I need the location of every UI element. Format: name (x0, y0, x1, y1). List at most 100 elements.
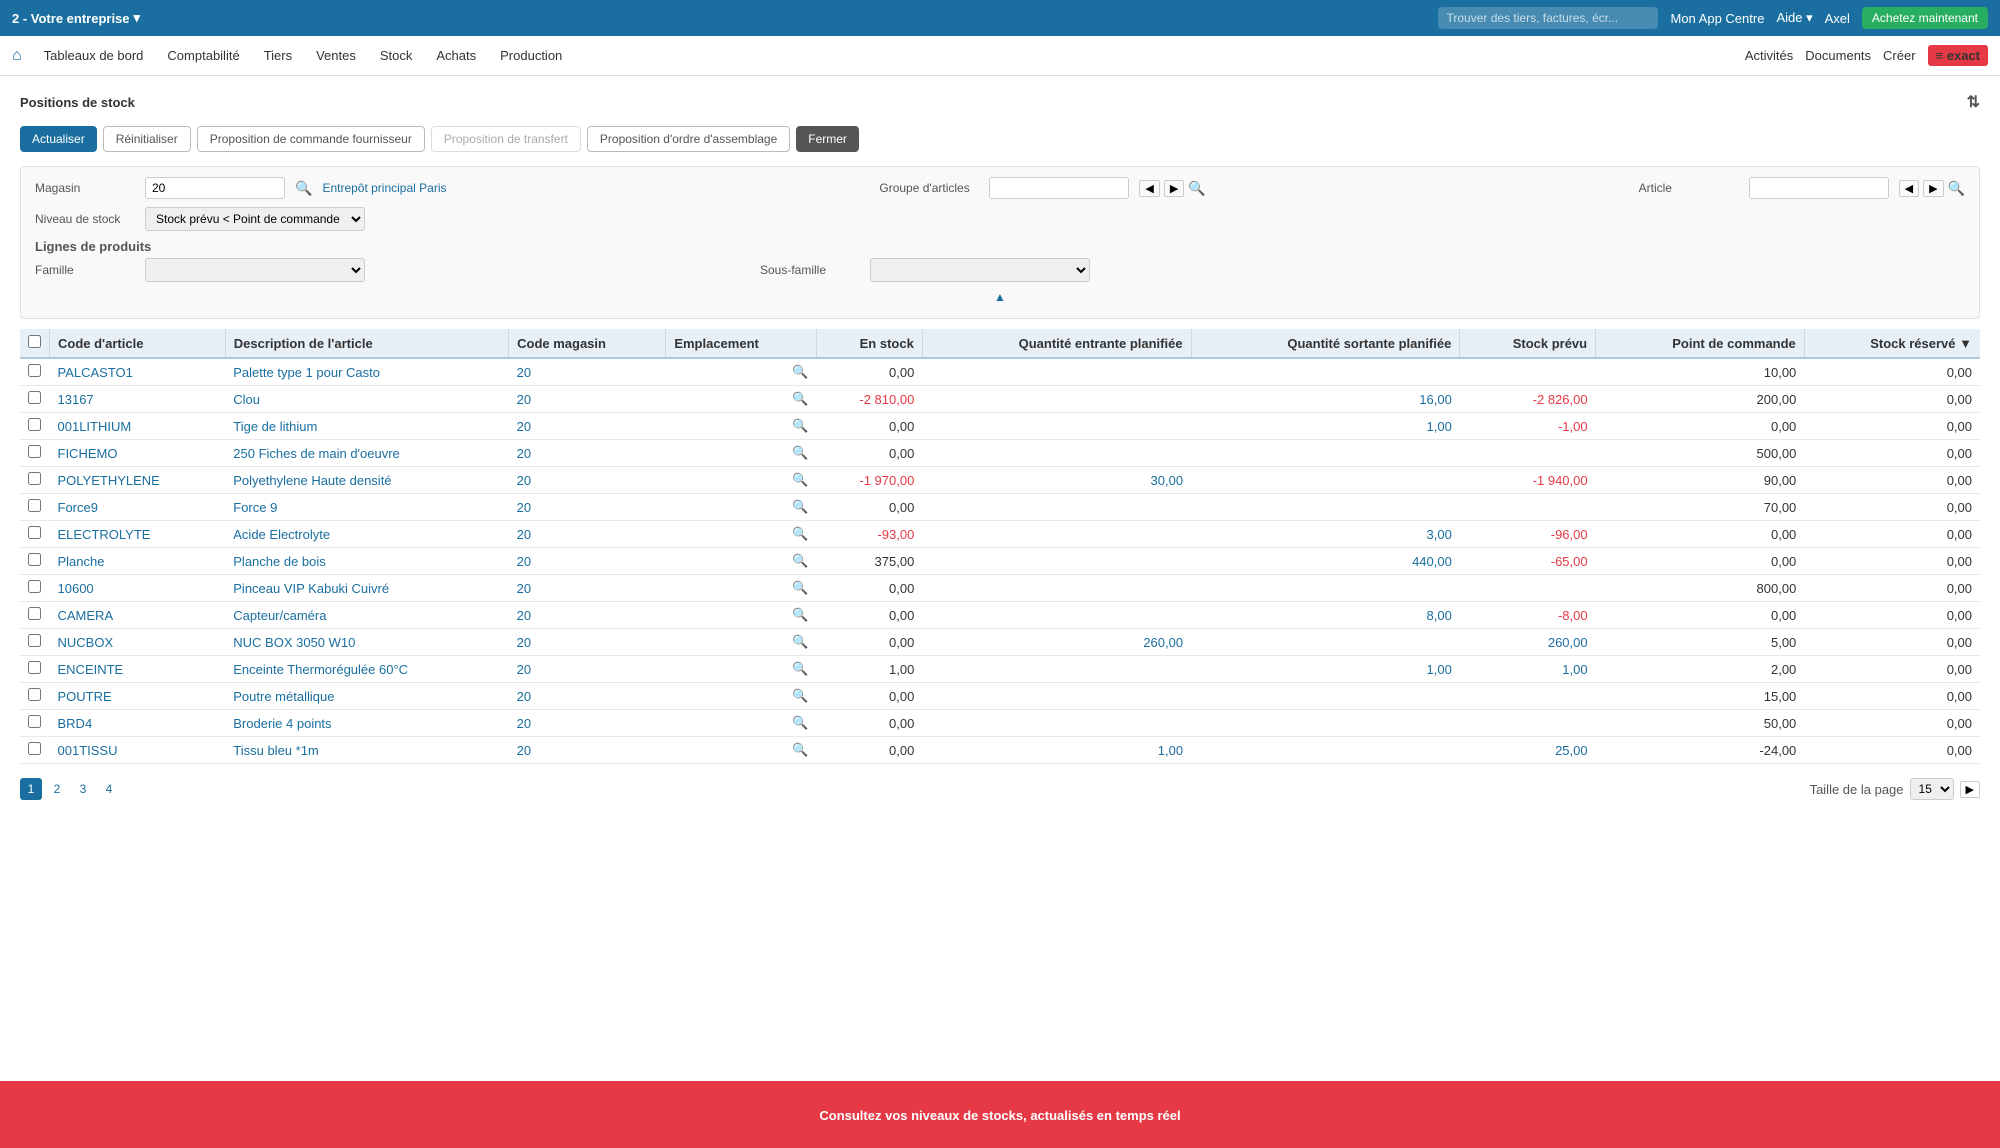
row-magasin[interactable]: 20 (509, 467, 666, 494)
row-description[interactable]: Enceinte Thermorégulée 60°C (225, 656, 508, 683)
location-icon[interactable]: 🔍 (792, 553, 808, 568)
row-checkbox[interactable] (28, 634, 41, 647)
cta-button[interactable]: Achetez maintenant (1862, 7, 1988, 29)
row-magasin[interactable]: 20 (509, 521, 666, 548)
col-qte-sortante[interactable]: Quantité sortante planifiée (1191, 329, 1460, 358)
col-magasin[interactable]: Code magasin (509, 329, 666, 358)
row-description[interactable]: Acide Electrolyte (225, 521, 508, 548)
nav-item-production[interactable]: Production (490, 42, 572, 69)
row-emplacement[interactable]: 🔍 (666, 358, 817, 386)
nav-item-tiers[interactable]: Tiers (254, 42, 302, 69)
row-magasin[interactable]: 20 (509, 710, 666, 737)
row-magasin[interactable]: 20 (509, 602, 666, 629)
select-all-checkbox[interactable] (28, 335, 41, 348)
col-emplacement[interactable]: Emplacement (666, 329, 817, 358)
row-description[interactable]: Broderie 4 points (225, 710, 508, 737)
row-checkbox[interactable] (28, 364, 41, 377)
location-icon[interactable]: 🔍 (792, 607, 808, 622)
row-emplacement[interactable]: 🔍 (666, 440, 817, 467)
row-description[interactable]: Force 9 (225, 494, 508, 521)
location-icon[interactable]: 🔍 (792, 634, 808, 649)
page-num-4[interactable]: 4 (98, 778, 120, 800)
row-emplacement[interactable]: 🔍 (666, 575, 817, 602)
row-code[interactable]: ELECTROLYTE (50, 521, 226, 548)
location-icon[interactable]: 🔍 (792, 715, 808, 730)
fermer-button[interactable]: Fermer (796, 126, 859, 152)
row-code[interactable]: PALCASTO1 (50, 358, 226, 386)
row-magasin[interactable]: 20 (509, 683, 666, 710)
row-checkbox[interactable] (28, 472, 41, 485)
location-icon[interactable]: 🔍 (792, 742, 808, 757)
row-emplacement[interactable]: 🔍 (666, 521, 817, 548)
col-code[interactable]: Code d'article (50, 329, 226, 358)
col-stock-reserve[interactable]: Stock réservé ▼ (1804, 329, 1980, 358)
niveau-select[interactable]: Stock prévu < Point de commande (145, 207, 365, 231)
row-emplacement[interactable]: 🔍 (666, 737, 817, 764)
row-emplacement[interactable]: 🔍 (666, 656, 817, 683)
global-search[interactable] (1438, 7, 1658, 29)
row-code[interactable]: BRD4 (50, 710, 226, 737)
collapse-arrow[interactable]: ▲ (35, 290, 1965, 304)
row-emplacement[interactable]: 🔍 (666, 494, 817, 521)
filter-toggle-icon[interactable]: ⇅ (1967, 92, 1980, 112)
row-magasin[interactable]: 20 (509, 494, 666, 521)
row-magasin[interactable]: 20 (509, 629, 666, 656)
row-code[interactable]: CAMERA (50, 602, 226, 629)
famille-select[interactable] (145, 258, 365, 282)
sous-famille-select[interactable] (870, 258, 1090, 282)
home-link[interactable]: ⌂ (12, 47, 22, 65)
location-icon[interactable]: 🔍 (792, 364, 808, 379)
row-emplacement[interactable]: 🔍 (666, 386, 817, 413)
nav-item-ventes[interactable]: Ventes (306, 42, 366, 69)
aide-link[interactable]: Aide ▾ (1776, 10, 1812, 26)
row-emplacement[interactable]: 🔍 (666, 413, 817, 440)
location-icon[interactable]: 🔍 (792, 688, 808, 703)
row-description[interactable]: NUC BOX 3050 W10 (225, 629, 508, 656)
location-icon[interactable]: 🔍 (792, 661, 808, 676)
row-checkbox[interactable] (28, 580, 41, 593)
page-num-2[interactable]: 2 (46, 778, 68, 800)
row-checkbox[interactable] (28, 553, 41, 566)
row-description[interactable]: Planche de bois (225, 548, 508, 575)
nav-documents[interactable]: Documents (1805, 48, 1871, 63)
row-checkbox[interactable] (28, 715, 41, 728)
row-description[interactable]: 250 Fiches de main d'oeuvre (225, 440, 508, 467)
mon-app-centre-link[interactable]: Mon App Centre (1670, 11, 1764, 26)
row-code[interactable]: 001LITHIUM (50, 413, 226, 440)
reinitialiser-button[interactable]: Réinitialiser (103, 126, 191, 152)
col-stock-prevu[interactable]: Stock prévu (1460, 329, 1596, 358)
row-emplacement[interactable]: 🔍 (666, 602, 817, 629)
row-code[interactable]: ENCEINTE (50, 656, 226, 683)
row-description[interactable]: Pinceau VIP Kabuki Cuivré (225, 575, 508, 602)
row-description[interactable]: Poutre métallique (225, 683, 508, 710)
actualiser-button[interactable]: Actualiser (20, 126, 97, 152)
groupe-search-icon[interactable]: 🔍 (1188, 180, 1205, 197)
row-magasin[interactable]: 20 (509, 440, 666, 467)
row-description[interactable]: Tissu bleu *1m (225, 737, 508, 764)
article-search-icon[interactable]: 🔍 (1948, 180, 1965, 197)
row-checkbox[interactable] (28, 418, 41, 431)
row-code[interactable]: FICHEMO (50, 440, 226, 467)
row-checkbox[interactable] (28, 499, 41, 512)
row-checkbox[interactable] (28, 688, 41, 701)
nav-item-comptabilite[interactable]: Comptabilité (157, 42, 249, 69)
article-prev-btn[interactable]: ◀ (1899, 180, 1919, 197)
row-checkbox[interactable] (28, 526, 41, 539)
magasin-search-icon[interactable]: 🔍 (295, 180, 312, 197)
article-input[interactable] (1749, 177, 1889, 199)
row-description[interactable]: Palette type 1 pour Casto (225, 358, 508, 386)
nav-activites[interactable]: Activités (1745, 48, 1793, 63)
row-code[interactable]: Planche (50, 548, 226, 575)
article-next-btn[interactable]: ▶ (1923, 180, 1943, 197)
location-icon[interactable]: 🔍 (792, 418, 808, 433)
groupe-prev-btn[interactable]: ◀ (1139, 180, 1159, 197)
row-code[interactable]: NUCBOX (50, 629, 226, 656)
row-magasin[interactable]: 20 (509, 737, 666, 764)
row-checkbox[interactable] (28, 661, 41, 674)
proposition-assemblage-button[interactable]: Proposition d'ordre d'assemblage (587, 126, 790, 152)
row-emplacement[interactable]: 🔍 (666, 548, 817, 575)
nav-item-achats[interactable]: Achats (426, 42, 486, 69)
magasin-link[interactable]: Entrepôt principal Paris (322, 181, 446, 195)
col-description[interactable]: Description de l'article (225, 329, 508, 358)
location-icon[interactable]: 🔍 (792, 391, 808, 406)
